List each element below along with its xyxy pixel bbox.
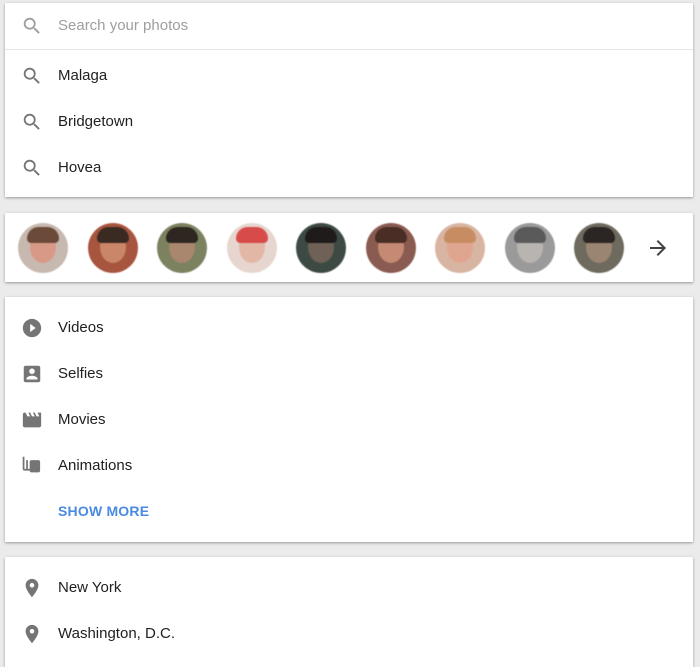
category-item-animations[interactable]: Animations (5, 443, 693, 489)
category-label: Selfies (58, 365, 104, 382)
suggestion-item[interactable]: Bridgetown (5, 99, 693, 145)
play-circle-icon (22, 318, 42, 338)
person-avatar[interactable] (87, 223, 138, 273)
search-card: Search your photos Malaga Bridgetown Hov… (5, 3, 693, 197)
arrow-right-icon[interactable] (646, 236, 670, 260)
categories-card: Videos Selfies Movies Animations SHOW MO… (5, 297, 693, 542)
search-icon (23, 17, 40, 34)
portrait-icon (23, 365, 41, 383)
search-icon (23, 159, 40, 176)
person-avatar[interactable] (574, 223, 624, 273)
category-label: Animations (58, 457, 133, 474)
people-avatar-row (5, 213, 693, 282)
search-icon (23, 113, 40, 130)
person-avatar[interactable] (435, 223, 485, 273)
category-item-videos[interactable]: Videos (5, 305, 693, 351)
person-avatar[interactable] (296, 223, 346, 273)
category-label: Videos (58, 319, 104, 336)
people-card (5, 213, 693, 282)
category-item-selfies[interactable]: Selfies (5, 351, 693, 397)
person-avatar[interactable] (157, 223, 207, 273)
suggestion-item[interactable]: Hovea (5, 145, 693, 191)
place-icon (25, 578, 39, 598)
search-input[interactable]: Search your photos (58, 3, 188, 49)
show-more-button[interactable]: SHOW MORE (58, 493, 149, 529)
search-bar[interactable]: Search your photos (5, 3, 693, 50)
suggestion-label: Hovea (58, 159, 102, 176)
suggestion-label: Bridgetown (58, 113, 134, 130)
person-avatar[interactable] (504, 223, 555, 273)
search-icon (23, 67, 40, 84)
place-label: Washington, D.C. (58, 625, 175, 642)
place-icon (25, 624, 39, 644)
place-label: New York (58, 579, 122, 596)
places-card: New York Washington, D.C. (5, 557, 693, 667)
person-avatar[interactable] (18, 223, 68, 273)
animation-icon (22, 456, 41, 473)
person-avatar[interactable] (365, 223, 416, 273)
category-item-movies[interactable]: Movies (5, 397, 693, 443)
place-item-new-york[interactable]: New York (5, 565, 693, 611)
suggestion-label: Malaga (58, 67, 108, 84)
person-avatar[interactable] (226, 223, 277, 273)
movie-icon (22, 412, 42, 428)
place-item-washington[interactable]: Washington, D.C. (5, 611, 693, 657)
category-label: Movies (58, 411, 106, 428)
suggestion-item[interactable]: Malaga (5, 53, 693, 99)
